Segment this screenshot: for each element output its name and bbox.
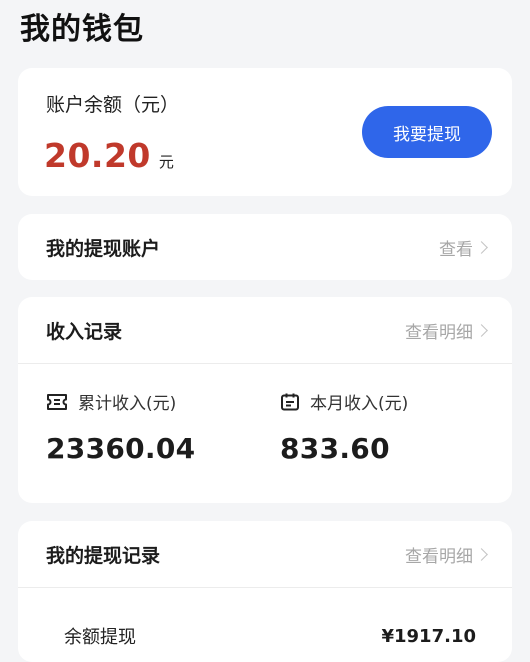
withdraw-record-amount: ¥1917.10: [381, 625, 476, 647]
withdraw-account-view-label: 查看: [439, 239, 473, 260]
withdraw-record-type: 余额提现: [64, 627, 136, 648]
divider: [18, 363, 512, 364]
total-income-stat: 累计收入(元) 23360.04: [46, 389, 195, 465]
list-item[interactable]: 余额提现 ¥1917.10: [18, 615, 512, 657]
balance-amount: 20.20: [44, 136, 151, 175]
calendar-icon: [281, 393, 299, 410]
withdraw-details-link[interactable]: 查看明细: [405, 542, 488, 567]
withdraw-account-card[interactable]: 我的提现账户 查看: [18, 214, 512, 280]
withdraw-records-header[interactable]: 我的提现记录 查看明细: [18, 521, 512, 587]
withdraw-details-label: 查看明细: [405, 546, 473, 567]
month-income-label: 本月收入(元): [310, 394, 409, 414]
divider: [18, 587, 512, 588]
withdraw-button[interactable]: 我要提现: [362, 106, 492, 158]
ticket-icon: [47, 393, 67, 410]
chevron-right-icon: [475, 240, 488, 254]
withdraw-account-title: 我的提现账户: [46, 237, 161, 260]
total-income-head: 累计收入(元): [46, 389, 195, 414]
balance-label: 账户余额（元）: [46, 94, 180, 116]
income-records-title: 收入记录: [46, 320, 123, 343]
total-income-value: 23360.04: [46, 432, 196, 465]
balance-unit: 元: [158, 153, 174, 171]
income-records-card: 收入记录 查看明细 累计收入(元) 23360.04 本月收入(元) 833.6…: [18, 297, 512, 503]
chevron-right-icon: [475, 323, 488, 337]
month-income-value: 833.60: [280, 432, 390, 465]
withdraw-records-title: 我的提现记录: [46, 544, 161, 567]
balance-amount-row: 20.20 元: [44, 136, 174, 175]
page-title: 我的钱包: [20, 12, 144, 47]
income-details-link[interactable]: 查看明细: [405, 318, 488, 343]
withdraw-records-card: 我的提现记录 查看明细 余额提现 ¥1917.10: [18, 521, 512, 662]
income-details-label: 查看明细: [405, 322, 473, 343]
total-income-label: 累计收入(元): [78, 394, 177, 414]
withdraw-account-row[interactable]: 我的提现账户 查看: [18, 214, 512, 280]
withdraw-account-view-link[interactable]: 查看: [439, 235, 488, 260]
chevron-right-icon: [475, 547, 488, 561]
balance-card: 账户余额（元） 20.20 元 我要提现: [18, 68, 512, 196]
income-records-header[interactable]: 收入记录 查看明细: [18, 297, 512, 363]
month-income-head: 本月收入(元): [280, 389, 408, 414]
month-income-stat: 本月收入(元) 833.60: [280, 389, 408, 465]
